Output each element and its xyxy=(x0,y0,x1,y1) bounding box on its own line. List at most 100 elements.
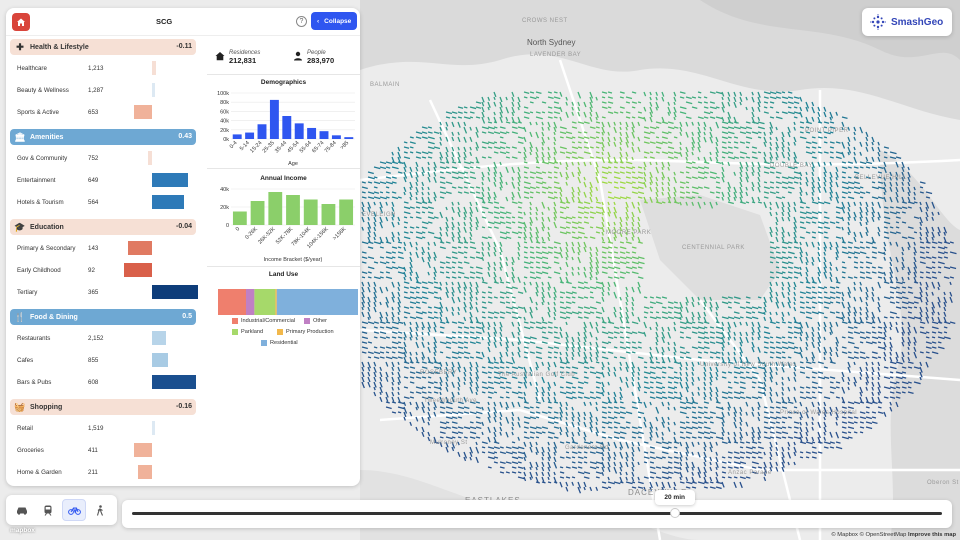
chart-bar[interactable] xyxy=(331,135,341,139)
category-header[interactable]: ✚ Health & Lifestyle -0.11 xyxy=(10,39,196,55)
car-mode-button[interactable] xyxy=(10,499,34,521)
chart-bar[interactable] xyxy=(268,192,283,225)
isochrone-segment xyxy=(493,216,500,219)
isochrone-segment xyxy=(829,241,833,248)
isochrone-segment xyxy=(655,481,659,487)
category-row[interactable]: Bars & Pubs 608 xyxy=(10,371,196,393)
category-header[interactable]: 🎓 Education -0.04 xyxy=(10,219,196,235)
isochrone-segment xyxy=(457,376,461,382)
walk-mode-button[interactable] xyxy=(88,499,112,521)
chart-bar[interactable] xyxy=(250,201,265,225)
category-header[interactable]: 🍴 Food & Dining 0.5 xyxy=(10,309,196,325)
chart-bar[interactable] xyxy=(321,204,336,225)
isochrone-segment xyxy=(589,411,593,418)
isochrone-segment xyxy=(589,286,597,290)
isochrone-segment xyxy=(511,121,518,125)
isochrone-segment xyxy=(631,141,635,147)
chart-bar[interactable] xyxy=(294,123,304,139)
isochrone-segment xyxy=(823,286,828,289)
chart-bar[interactable] xyxy=(307,127,317,139)
category-row[interactable]: Early Childhood 92 xyxy=(10,259,196,281)
landuse-segment[interactable] xyxy=(276,289,358,315)
category-row[interactable]: Sports & Active 653 xyxy=(10,101,196,123)
isochrone-segment xyxy=(553,391,557,396)
osm-credit-link[interactable]: © OpenStreetMap xyxy=(860,532,907,538)
isochrone-segment xyxy=(667,181,671,187)
landuse-segment[interactable] xyxy=(246,289,255,315)
isochrone-segment xyxy=(787,181,793,184)
train-mode-button[interactable] xyxy=(36,499,60,521)
isochrone-segment xyxy=(757,446,764,450)
chart-bar[interactable] xyxy=(269,99,279,139)
isochrone-segment xyxy=(841,171,847,174)
isochrone-segment xyxy=(859,216,863,222)
isochrone-segment xyxy=(697,431,705,435)
slider-track[interactable] xyxy=(132,512,942,515)
mapbox-logo[interactable]: mapbox xyxy=(10,527,35,534)
category-row[interactable]: Healthcare 1,213 xyxy=(10,57,196,79)
landuse-segment[interactable] xyxy=(275,289,277,315)
category-row[interactable]: Entertainment 649 xyxy=(10,169,196,191)
chart-bar[interactable] xyxy=(319,131,329,139)
isochrone-segment xyxy=(391,371,394,376)
chart-bar[interactable] xyxy=(232,134,242,139)
brand-badge[interactable]: SmashGeo xyxy=(862,8,952,36)
category-row[interactable]: Restaurants 2,152 xyxy=(10,327,196,349)
isochrone-segment xyxy=(475,206,479,213)
category-row[interactable]: Primary & Secondary 143 xyxy=(10,237,196,259)
isochrone-segment xyxy=(619,216,623,223)
isochrone-segment xyxy=(547,306,551,313)
chart-bar[interactable] xyxy=(286,195,300,225)
isochrone-segment xyxy=(805,321,809,329)
isochrone-segment xyxy=(475,301,478,306)
isochrone-segment xyxy=(739,171,743,177)
isochrone-segment xyxy=(661,96,665,102)
isochrone-segment xyxy=(769,241,775,244)
travel-time-slider[interactable]: 20 min xyxy=(122,490,952,528)
chart-bar[interactable] xyxy=(245,132,255,139)
isochrone-segment xyxy=(853,171,860,174)
isochrone-segment xyxy=(487,371,492,374)
isochrone-segment xyxy=(397,351,404,355)
isochrone-segment xyxy=(631,91,637,94)
category-header[interactable]: 🏛 Amenities 0.43 xyxy=(10,129,196,145)
chart-bar[interactable] xyxy=(339,199,354,226)
improve-map-link[interactable]: Improve this map xyxy=(908,532,956,538)
x-tick-label: 0 xyxy=(235,226,241,232)
chart-bar[interactable] xyxy=(344,137,354,139)
category-header[interactable]: 🧺 Shopping -0.16 xyxy=(10,399,196,415)
isochrone-segment xyxy=(691,416,698,419)
isochrone-segment xyxy=(769,96,777,100)
category-row[interactable]: Retail 1,519 xyxy=(10,417,196,439)
collapse-button[interactable]: ‹ Collapse xyxy=(311,12,357,30)
isochrone-segment xyxy=(457,331,463,334)
isochrone-segment xyxy=(739,481,743,489)
chart-bar[interactable] xyxy=(232,211,247,226)
category-row[interactable]: Tertiary 365 xyxy=(10,281,199,303)
chart-bar[interactable] xyxy=(282,116,292,139)
landuse-segment[interactable] xyxy=(254,289,276,315)
home-button[interactable] xyxy=(12,13,30,31)
isochrone-segment xyxy=(571,396,577,399)
category-row[interactable]: Home & Garden 211 xyxy=(10,461,196,483)
mapbox-credit-link[interactable]: © Mapbox xyxy=(831,532,858,538)
bicycle-mode-button[interactable] xyxy=(62,499,86,521)
chart-bar[interactable] xyxy=(303,199,318,226)
category-row[interactable]: Gov & Community 752 xyxy=(10,147,196,169)
isochrone-segment xyxy=(835,421,838,426)
isochrone-segment xyxy=(433,321,437,328)
isochrone-segment xyxy=(385,326,393,330)
isochrone-segment xyxy=(727,126,735,130)
landuse-segment[interactable] xyxy=(218,289,246,315)
isochrone-segment xyxy=(637,111,642,114)
chart-bar[interactable] xyxy=(257,124,267,139)
category-row[interactable]: Hotels & Tourism 564 xyxy=(10,191,196,213)
isochrone-segment xyxy=(505,181,508,186)
category-row[interactable]: Cafes 855 xyxy=(10,349,196,371)
category-row[interactable]: Groceries 411 xyxy=(10,439,196,461)
isochrone-segment xyxy=(649,311,654,314)
isochrone-segment xyxy=(403,276,406,281)
help-button[interactable]: ? xyxy=(296,16,307,27)
category-row[interactable]: Beauty & Wellness 1,287 xyxy=(10,79,196,101)
slider-thumb[interactable] xyxy=(669,508,680,518)
